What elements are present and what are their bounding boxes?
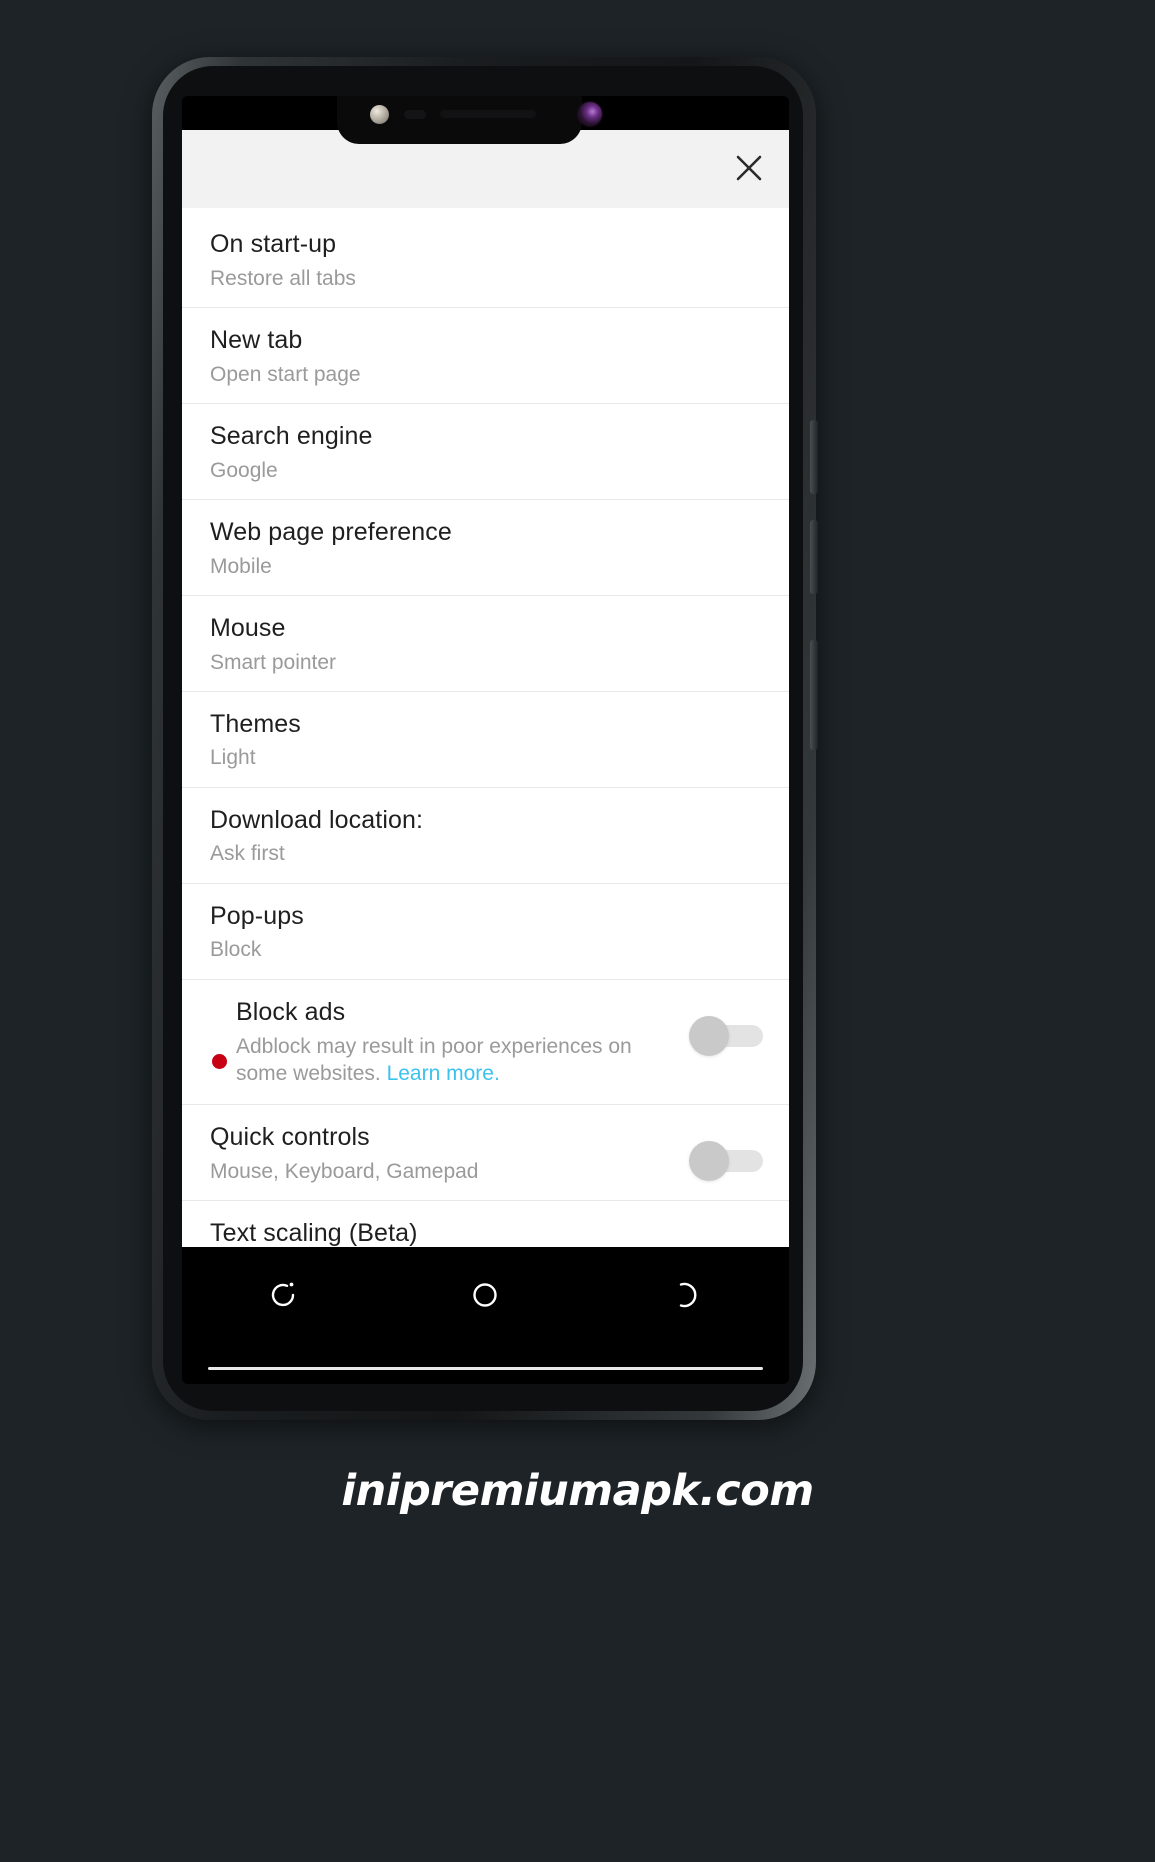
learn-more-link[interactable]: Learn more. bbox=[387, 1062, 500, 1085]
setting-title: On start-up bbox=[210, 230, 337, 258]
setting-value: Restore all tabs bbox=[210, 266, 356, 290]
close-button[interactable] bbox=[723, 142, 775, 194]
setting-row-pop-ups[interactable]: Pop-ups Block bbox=[182, 883, 789, 980]
volume-down-button[interactable] bbox=[810, 520, 818, 594]
back-button[interactable] bbox=[658, 1265, 718, 1325]
warning-dot-icon bbox=[212, 1053, 227, 1069]
setting-row-block-ads[interactable]: Block ads Adblock may result in poor exp… bbox=[182, 979, 789, 1105]
setting-title: Block ads bbox=[236, 997, 346, 1026]
setting-row-text-scaling[interactable]: Text scaling (Beta) bbox=[182, 1200, 789, 1247]
setting-value: Ask first bbox=[210, 842, 285, 866]
phone-screen: On start-up Restore all tabs New tab Ope… bbox=[182, 96, 789, 1384]
setting-row-on-start-up[interactable]: On start-up Restore all tabs bbox=[182, 208, 789, 308]
setting-title: Download location: bbox=[210, 805, 424, 834]
home-circle-icon bbox=[473, 1283, 498, 1307]
setting-title: Text scaling (Beta) bbox=[210, 1218, 418, 1247]
android-navigation-bar bbox=[182, 1247, 789, 1343]
toggle-knob bbox=[689, 1141, 729, 1181]
setting-value: Block bbox=[210, 938, 262, 962]
settings-list: On start-up Restore all tabs New tab Ope… bbox=[182, 208, 789, 1247]
setting-value: Google bbox=[210, 458, 278, 482]
home-button[interactable] bbox=[455, 1265, 515, 1325]
setting-description: Mouse, Keyboard, Gamepad bbox=[210, 1159, 479, 1183]
home-indicator bbox=[208, 1367, 763, 1370]
speaker-grill-icon bbox=[404, 110, 426, 119]
setting-title: Mouse bbox=[210, 613, 286, 642]
earpiece-icon bbox=[440, 110, 536, 118]
quick-controls-toggle[interactable] bbox=[687, 1139, 765, 1183]
setting-title: New tab bbox=[210, 325, 303, 354]
front-camera-icon bbox=[578, 102, 602, 126]
recent-apps-button[interactable] bbox=[253, 1265, 313, 1325]
setting-row-mouse[interactable]: Mouse Smart pointer bbox=[182, 595, 789, 692]
proximity-sensor-icon bbox=[370, 105, 389, 124]
setting-description: Adblock may result in poor experiences o… bbox=[236, 1034, 666, 1088]
setting-row-new-tab[interactable]: New tab Open start page bbox=[182, 307, 789, 404]
setting-row-web-page-preference[interactable]: Web page preference Mobile bbox=[182, 499, 789, 596]
settings-panel: On start-up Restore all tabs New tab Ope… bbox=[182, 130, 789, 1247]
toggle-knob bbox=[689, 1015, 729, 1056]
setting-value: Smart pointer bbox=[210, 650, 337, 674]
setting-row-search-engine[interactable]: Search engine Google bbox=[182, 403, 789, 500]
recent-apps-icon bbox=[271, 1282, 295, 1307]
setting-title: Quick controls bbox=[210, 1123, 370, 1151]
setting-title: Search engine bbox=[210, 421, 373, 450]
setting-value: Light bbox=[210, 746, 256, 770]
setting-row-themes[interactable]: Themes Light bbox=[182, 691, 789, 788]
close-icon bbox=[736, 155, 762, 181]
volume-up-button[interactable] bbox=[810, 420, 818, 494]
setting-value: Open start page bbox=[210, 362, 361, 386]
screenshot-stage: On start-up Restore all tabs New tab Ope… bbox=[0, 0, 1155, 1862]
setting-title: Themes bbox=[210, 709, 301, 738]
setting-value: Mobile bbox=[210, 554, 272, 578]
back-icon bbox=[679, 1282, 697, 1308]
setting-title: Pop-ups bbox=[210, 901, 304, 930]
setting-title: Web page preference bbox=[210, 517, 452, 546]
power-button[interactable] bbox=[810, 640, 818, 750]
watermark: inipremiumapk.com bbox=[341, 1466, 814, 1516]
setting-row-quick-controls[interactable]: Quick controls Mouse, Keyboard, Gamepad bbox=[182, 1105, 789, 1201]
block-ads-toggle[interactable] bbox=[687, 1014, 765, 1058]
setting-row-download-location[interactable]: Download location: Ask first bbox=[182, 787, 789, 884]
